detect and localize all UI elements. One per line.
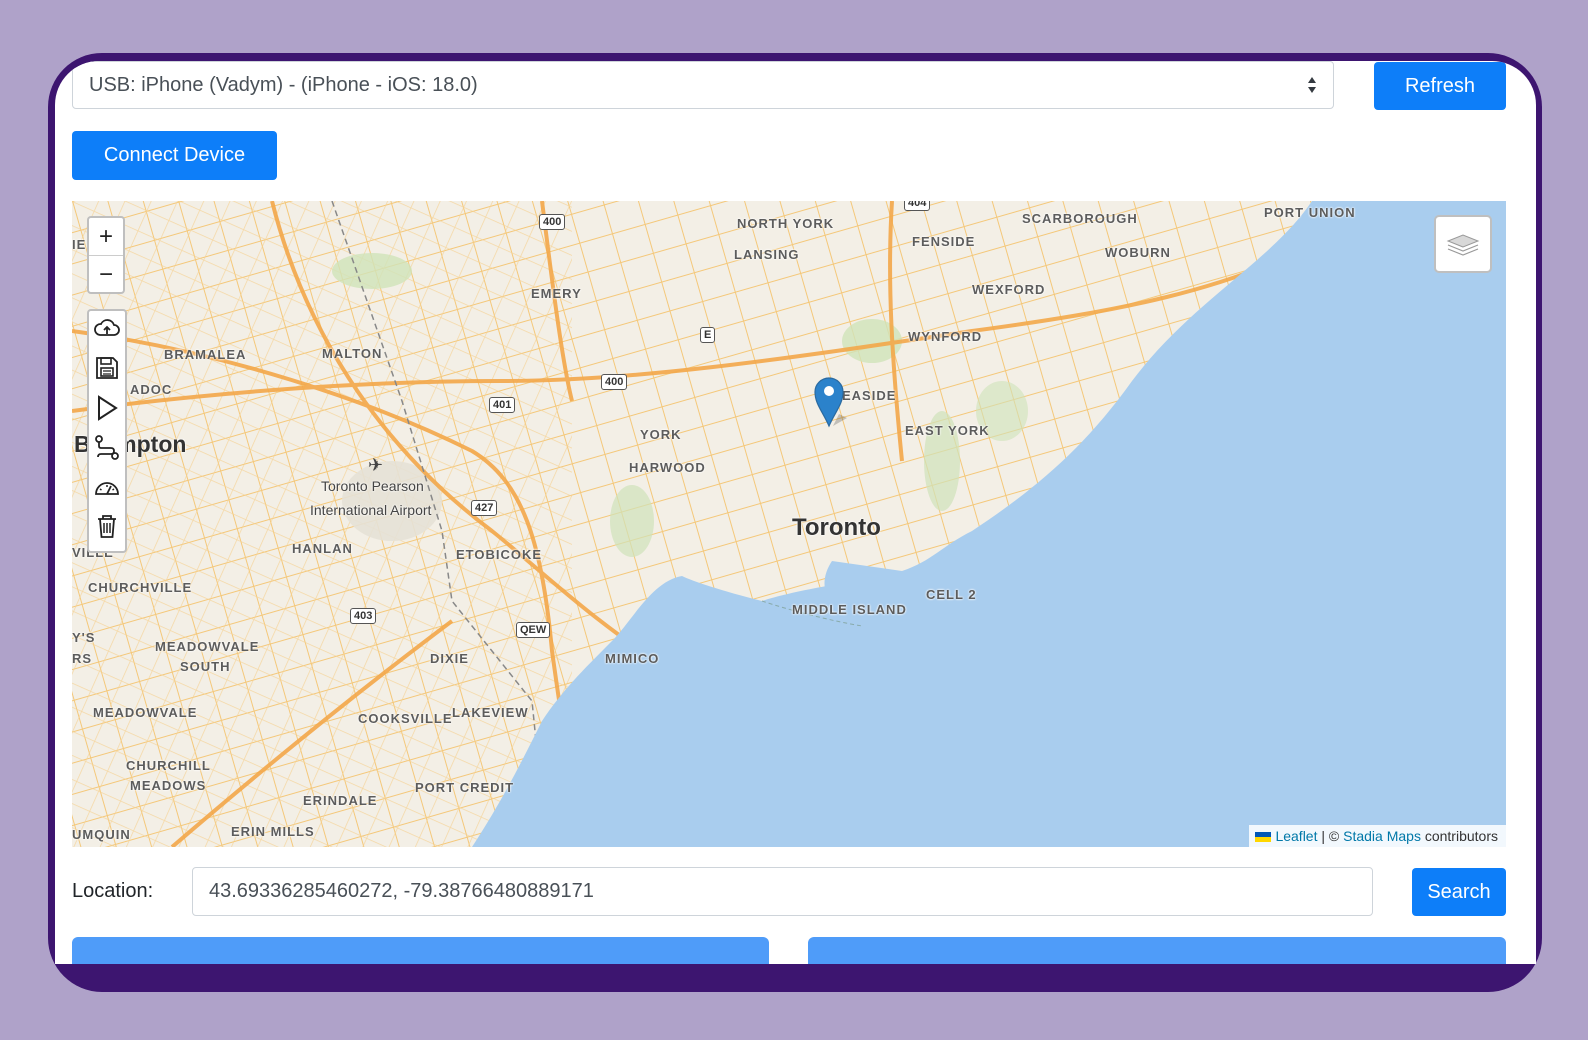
- label-cell-2: CELL 2: [926, 587, 977, 602]
- stadia-maps-link[interactable]: Stadia Maps: [1343, 828, 1421, 844]
- shield-404: 404: [904, 201, 931, 211]
- shield-400: 400: [539, 214, 566, 230]
- zoom-in-button[interactable]: +: [89, 218, 123, 256]
- device-select-value: USB: iPhone (Vadym) - (iPhone - iOS: 18.…: [89, 73, 478, 96]
- shield-400-b: 400: [601, 374, 628, 390]
- label-meadowvale: MEADOWVALE: [93, 705, 198, 720]
- device-select[interactable]: USB: iPhone (Vadym) - (iPhone - iOS: 18.…: [72, 61, 1334, 109]
- trash-icon[interactable]: [93, 512, 121, 540]
- label-north-york: NORTH YORK: [737, 216, 835, 231]
- label-mimico: MIMICO: [605, 651, 660, 666]
- label-pearson-2: International Airport: [310, 502, 432, 518]
- shield-427: 427: [471, 500, 498, 516]
- label-dixie: DIXIE: [430, 651, 469, 666]
- label-wynford: WYNFORD: [908, 329, 983, 344]
- label-erin-mills: ERIN MILLS: [231, 824, 315, 839]
- layers-icon: [1446, 234, 1480, 256]
- label-middle-island: MIDDLE ISLAND: [792, 602, 907, 617]
- label-scarborough: SCARBOROUGH: [1022, 211, 1138, 226]
- location-label: Location:: [72, 880, 154, 902]
- save-icon[interactable]: [93, 354, 121, 382]
- label-emery: EMERY: [531, 286, 582, 301]
- map-marker-icon[interactable]: [813, 374, 851, 428]
- label-umquin: UMQUIN: [72, 827, 131, 842]
- label-pearson: Toronto Pearson: [321, 478, 424, 494]
- refresh-button[interactable]: Refresh: [1374, 62, 1506, 110]
- label-meadowvale-south: MEADOWVALE: [155, 639, 260, 654]
- label-rs: RS: [72, 651, 93, 666]
- app-panel: USB: iPhone (Vadym) - (iPhone - iOS: 18.…: [55, 61, 1536, 964]
- map-view[interactable]: NORTH YORK SCARBOROUGH PORT UNION FENSID…: [72, 201, 1506, 847]
- label-bramalea: BRAMALEA: [164, 347, 247, 362]
- label-ys: Y'S: [72, 630, 96, 645]
- label-port-union: PORT UNION: [1264, 205, 1356, 220]
- label-malton: MALTON: [322, 346, 383, 361]
- sort-caret-icon: [1308, 77, 1316, 93]
- label-churchill-2: MEADOWS: [130, 778, 207, 793]
- search-button[interactable]: Search: [1412, 868, 1506, 916]
- shield-403: 403: [350, 608, 377, 624]
- label-woburn: WOBURN: [1105, 245, 1171, 260]
- attribution-contributors: contributors: [1420, 828, 1498, 844]
- route-icon[interactable]: [93, 434, 121, 462]
- label-east-york: EAST YORK: [905, 423, 990, 438]
- label-erindale: ERINDALE: [303, 793, 378, 808]
- speedometer-icon[interactable]: [93, 474, 121, 502]
- label-wexford: WEXFORD: [972, 282, 1046, 297]
- label-churchill: CHURCHILL: [126, 758, 211, 773]
- label-toronto: Toronto: [792, 514, 881, 541]
- map-tiles: [72, 201, 1506, 847]
- label-adoc: ADOC: [130, 382, 173, 397]
- label-fenside: FENSIDE: [912, 234, 976, 249]
- zoom-out-button[interactable]: −: [89, 256, 123, 293]
- bottom-button-left[interactable]: [72, 937, 769, 964]
- label-ie: IE: [72, 237, 87, 252]
- label-meadowvale-south-2: SOUTH: [180, 659, 231, 674]
- shield-e: E: [700, 327, 716, 343]
- map-attribution: Leaflet | © Stadia Maps contributors: [1249, 825, 1506, 847]
- leaflet-link[interactable]: Leaflet: [1275, 828, 1317, 844]
- cloud-upload-icon[interactable]: [93, 314, 121, 342]
- label-etobicoke: ETOBICOKE: [456, 547, 543, 562]
- zoom-control: + −: [87, 216, 125, 294]
- connect-device-button[interactable]: Connect Device: [72, 131, 277, 180]
- label-cooksville: COOKSVILLE: [358, 711, 453, 726]
- label-lakeview: LAKEVIEW: [452, 705, 529, 720]
- play-icon[interactable]: [93, 394, 121, 422]
- location-input[interactable]: 43.69336285460272, -79.38766480889171: [192, 867, 1373, 916]
- label-port-credit: PORT CREDIT: [415, 780, 515, 795]
- shield-401: 401: [489, 397, 516, 413]
- shield-qew: QEW: [516, 622, 551, 638]
- label-hanlan: HANLAN: [292, 541, 353, 556]
- attribution-separator: | ©: [1317, 828, 1344, 844]
- label-york: YORK: [640, 427, 682, 442]
- ukraine-flag-icon: [1255, 832, 1272, 843]
- map-toolbar: [87, 309, 127, 553]
- label-lansing: LANSING: [734, 247, 800, 262]
- layers-control[interactable]: [1434, 215, 1492, 273]
- label-churchville: CHURCHVILLE: [88, 580, 193, 595]
- bottom-button-right[interactable]: [808, 937, 1506, 964]
- label-harwood: HARWOOD: [629, 460, 706, 475]
- airport-icon: ✈: [368, 455, 384, 475]
